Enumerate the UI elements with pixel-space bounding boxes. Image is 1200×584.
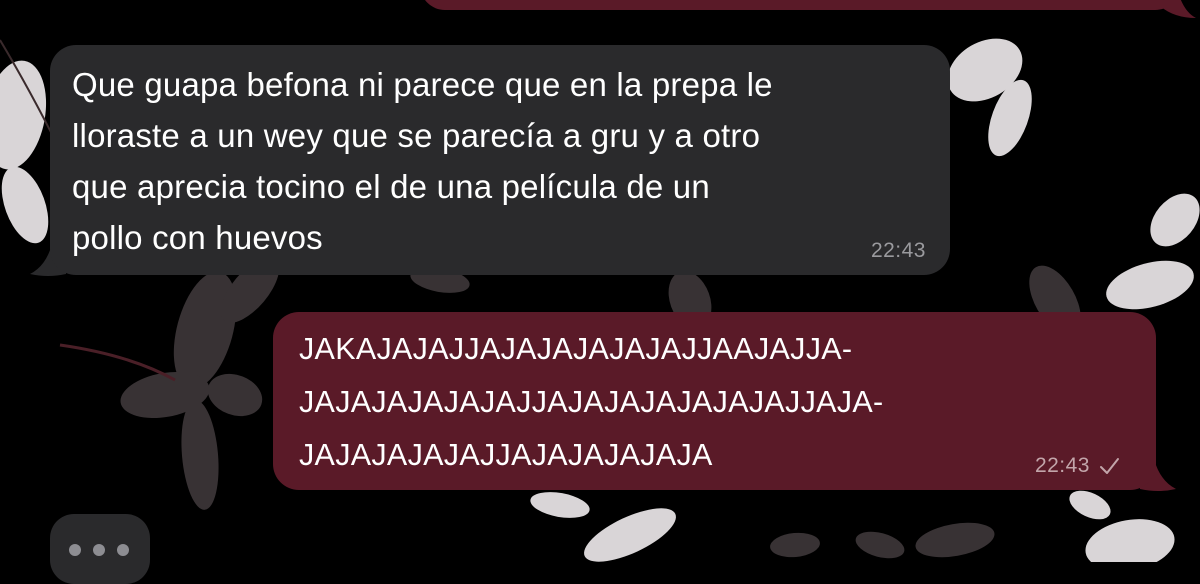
message-timestamp: 22:43 xyxy=(870,239,926,262)
typing-dot xyxy=(69,544,81,556)
message-text-line: JAJAJAJAJAJAJJAJAJAJAJAJAJAJJAJA- xyxy=(299,385,884,419)
message-text-line: que aprecia tocino el de una película de… xyxy=(72,168,710,205)
message-text-line: pollo con huevos xyxy=(72,219,323,256)
incoming-message-bubble[interactable]: Que guapa befona ni parece que en la pre… xyxy=(50,45,950,275)
bubble-tail xyxy=(1160,0,1196,18)
message-timestamp: 22:43 xyxy=(1034,454,1090,477)
message-text-line: JAKAJAJAJJAJAJAJAJAJAJJAAJAJJA- xyxy=(299,332,853,366)
message-text-line: Que guapa befona ni parece que en la pre… xyxy=(72,66,773,103)
previous-outgoing-bubble xyxy=(420,0,1180,10)
typing-dot xyxy=(117,544,129,556)
outgoing-message-bubble[interactable]: JAKAJAJAJJAJAJAJAJAJAJJAAJAJJA- JAJAJAJA… xyxy=(273,312,1156,490)
message-text-line: JAJAJAJAJAJJAJAJAJAJAJA xyxy=(299,438,713,472)
typing-indicator xyxy=(50,514,150,584)
typing-dot xyxy=(93,544,105,556)
message-text-line: lloraste a un wey que se parecía a gru y… xyxy=(72,117,761,154)
checkmark-icon xyxy=(1100,458,1119,474)
